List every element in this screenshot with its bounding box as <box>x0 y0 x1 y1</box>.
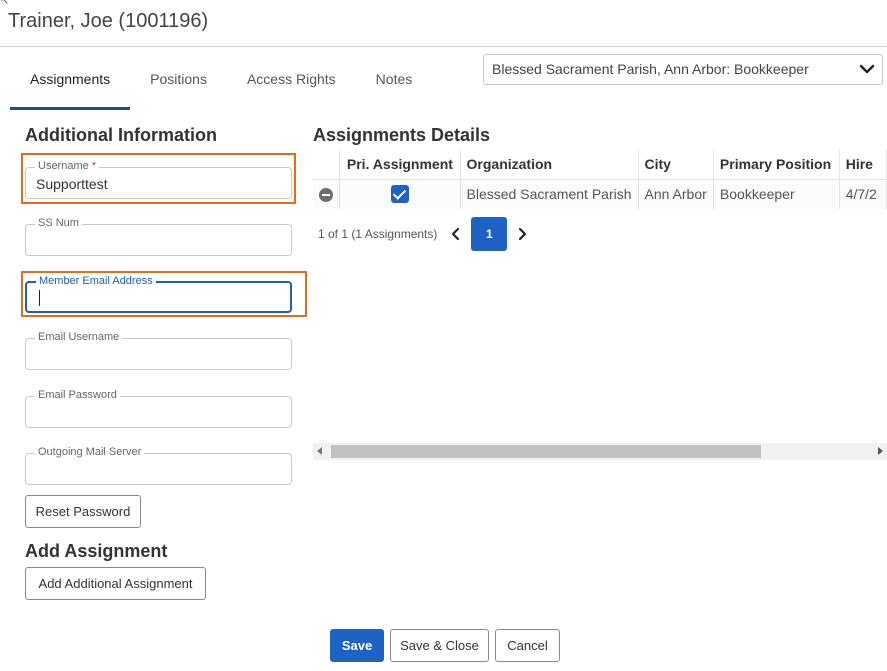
scroll-left-arrow-icon[interactable] <box>317 447 322 455</box>
position-cell: Bookkeeper <box>713 178 840 209</box>
cancel-button[interactable]: Cancel <box>495 629 560 662</box>
tab-notes[interactable]: Notes <box>356 60 433 110</box>
member-email-label: Member Email Address <box>36 275 156 288</box>
mouse-cursor-icon: ↖ <box>0 0 10 7</box>
email-username-label: Email Username <box>35 331 123 344</box>
table-row: Blessed Sacrament Parish Ann Arbor Bookk… <box>313 178 887 209</box>
chevron-left-icon[interactable] <box>449 227 463 241</box>
primary-cell <box>339 178 461 209</box>
title-divider <box>0 46 887 47</box>
tab-positions[interactable]: Positions <box>130 60 227 110</box>
tab-access-rights[interactable]: Access Rights <box>227 60 356 110</box>
email-password-label: Email Password <box>35 389 120 402</box>
chevron-right-icon[interactable] <box>515 227 529 241</box>
save-button[interactable]: Save <box>330 629 384 662</box>
email-username-field[interactable]: Email Username <box>25 331 292 370</box>
ss-num-field[interactable]: SS Num <box>25 217 292 256</box>
grid-header-hire[interactable]: Hire <box>839 150 887 179</box>
member-email-field[interactable]: Member Email Address <box>25 275 292 313</box>
remove-circle-icon[interactable] <box>319 188 334 203</box>
page-title: Trainer, Joe (1001196) <box>8 10 209 32</box>
horizontal-scrollbar[interactable] <box>313 443 887 460</box>
tab-bar: Assignments Positions Access Rights Note… <box>10 60 432 110</box>
outgoing-mail-server-field[interactable]: Outgoing Mail Server <box>25 446 292 485</box>
ss-num-label: SS Num <box>35 217 82 230</box>
assignment-select-value: Blessed Sacrament Parish, Ann Arbor: Boo… <box>492 61 809 77</box>
pager: 1 of 1 (1 Assignments) 1 <box>318 217 537 251</box>
grid-header-pri-assignment[interactable]: Pri. Assignment <box>339 150 461 179</box>
additional-info-heading: Additional Information <box>25 125 217 145</box>
text-caret <box>39 290 40 306</box>
organization-cell: Blessed Sacrament Parish <box>460 178 639 209</box>
page-1-button[interactable]: 1 <box>471 217 508 251</box>
save-close-button[interactable]: Save & Close <box>390 629 489 662</box>
grid-header-row: Pri. Assignment Organization City Primar… <box>313 150 887 179</box>
pager-summary: 1 of 1 (1 Assignments) <box>318 227 438 241</box>
reset-password-button[interactable]: Reset Password <box>25 495 141 528</box>
assignments-details-heading: Assignments Details <box>313 125 491 145</box>
grid-header-organization[interactable]: Organization <box>460 150 639 179</box>
username-value: Supporttest <box>36 176 108 192</box>
username-label: Username * <box>35 160 100 173</box>
outgoing-mail-server-label: Outgoing Mail Server <box>35 446 145 459</box>
chevron-down-icon <box>859 64 875 74</box>
primary-assignment-checkbox[interactable] <box>390 185 409 204</box>
hire-cell: 4/7/2 <box>839 178 887 209</box>
assignments-grid: Pri. Assignment Organization City Primar… <box>313 150 887 210</box>
scroll-right-arrow-icon[interactable] <box>878 447 883 455</box>
scrollbar-thumb[interactable] <box>331 445 761 458</box>
grid-header-city[interactable]: City <box>638 150 714 179</box>
grid-header-primary-position[interactable]: Primary Position <box>713 150 840 179</box>
remove-row-cell <box>313 178 341 209</box>
assignment-select[interactable]: Blessed Sacrament Parish, Ann Arbor: Boo… <box>483 54 883 85</box>
add-assignment-heading: Add Assignment <box>25 541 168 561</box>
email-password-field[interactable]: Email Password <box>25 389 292 428</box>
username-field[interactable]: Username * Supporttest <box>25 160 292 199</box>
tab-assignments[interactable]: Assignments <box>10 60 131 110</box>
grid-header-remove <box>313 150 341 179</box>
city-cell: Ann Arbor <box>638 178 714 209</box>
add-additional-assignment-button[interactable]: Add Additional Assignment <box>25 567 206 600</box>
